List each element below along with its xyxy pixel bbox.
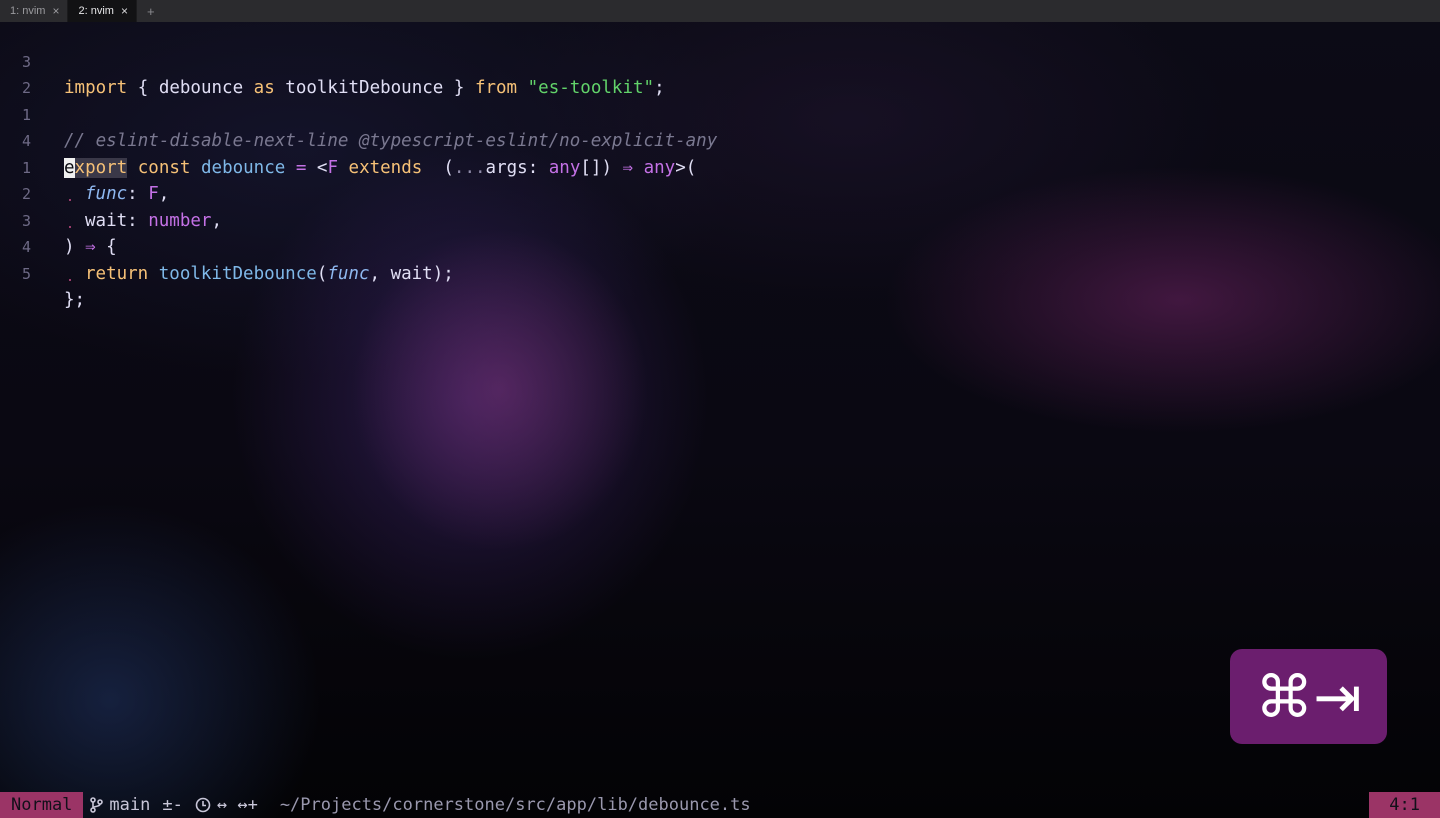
code-line[interactable]: 5 };: [0, 234, 1440, 311]
tab-bar: 1: nvim × 2: nvim × +: [0, 0, 1440, 22]
close-icon[interactable]: ×: [121, 4, 128, 18]
function-call: toolkitDebounce: [148, 263, 317, 284]
punct: ,: [369, 263, 391, 284]
code-line[interactable]: 1 // eslint-disable-next-line @typescrip…: [0, 75, 1440, 152]
keystroke-overlay: ⌘⇥: [1230, 649, 1387, 744]
command-tab-icon: ⌘⇥: [1255, 662, 1362, 731]
close-icon[interactable]: ×: [52, 4, 59, 18]
new-tab-button[interactable]: +: [137, 0, 165, 22]
code-line[interactable]: 2 wait: number,: [0, 155, 1440, 231]
mode-indicator: Normal: [0, 792, 84, 818]
clock-status: ↔ ↔+: [189, 795, 264, 815]
diff-icon: ±-: [162, 795, 183, 815]
terminal-window: 1: nvim × 2: nvim × + 3 import { debounc…: [0, 0, 1440, 818]
cursor-position: 4:1: [1369, 792, 1440, 818]
tab-2-nvim[interactable]: 2: nvim ×: [68, 0, 137, 22]
git-branch-icon: [90, 797, 104, 813]
keyword: return: [85, 263, 149, 284]
file-path: ~/Projects/cornerstone/src/app/lib/debou…: [279, 795, 751, 815]
code-text: return toolkitDebounce(func, wait);: [64, 261, 454, 288]
tab-label: 2: nvim: [78, 5, 114, 17]
tab-label: 1: nvim: [10, 5, 46, 17]
punct: );: [432, 263, 454, 284]
code-text: };: [64, 290, 86, 310]
code-line[interactable]: 3 ) ⇒ {: [0, 181, 1440, 258]
code-editor[interactable]: 3 import { debounce as toolkitDebounce }…: [0, 22, 1440, 792]
code-line-current[interactable]: 4 export const debounce = <F extends (..…: [0, 102, 1440, 178]
status-line: Normal main ±- ↔ ↔+ ~/Projects/cornersto…: [0, 792, 1440, 818]
arrows-status: ↔ ↔+: [216, 795, 258, 815]
punct: (: [316, 263, 328, 284]
clock-icon: [195, 797, 211, 813]
code-line[interactable]: 3 import { debounce as toolkitDebounce }…: [0, 22, 1440, 99]
code-line[interactable]: 4 return toolkitDebounce(func, wait);: [0, 208, 1440, 284]
argument: wait: [390, 263, 433, 284]
code-line[interactable]: 1 func: F,: [0, 128, 1440, 205]
branch-name: main: [109, 795, 151, 815]
tab-1-nvim[interactable]: 1: nvim ×: [0, 0, 69, 22]
line-number: 5: [21, 264, 31, 283]
code-line[interactable]: 2: [0, 49, 1440, 97]
argument: func: [327, 263, 370, 284]
diff-status: ±-: [156, 795, 188, 815]
git-branch: main: [83, 795, 156, 815]
